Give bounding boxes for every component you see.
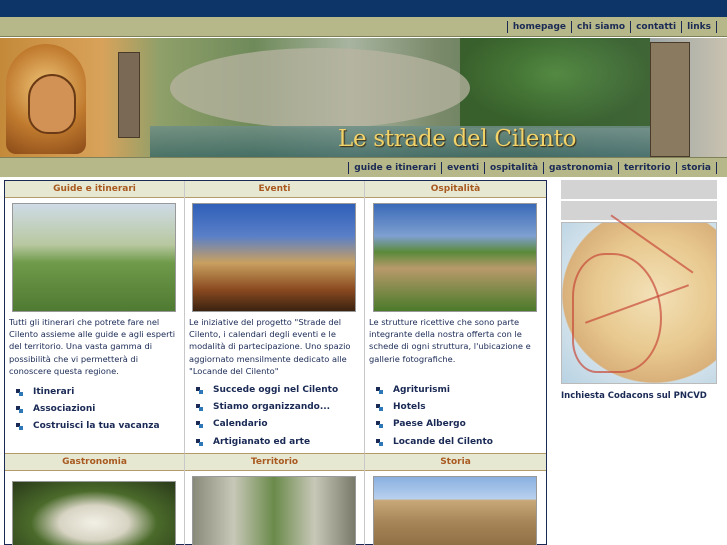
nav-contatti[interactable]: contatti — [630, 21, 681, 33]
banner-bell-tower — [650, 42, 690, 157]
link-costruisci-vacanza[interactable]: Costruisci la tua vacanza — [14, 418, 160, 435]
section-guide-title[interactable]: Guide e itinerari — [5, 181, 184, 198]
banner-trees — [460, 38, 650, 128]
nav-chi-siamo[interactable]: chi siamo — [571, 21, 630, 33]
nav-ospitalita[interactable]: ospitalità — [484, 162, 543, 174]
link-stiamo-organizzando[interactable]: Stiamo organizzando... — [194, 399, 338, 416]
festival-photo[interactable] — [192, 203, 356, 312]
nav-homepage[interactable]: homepage — [506, 21, 571, 33]
link-associazioni[interactable]: Associazioni — [14, 401, 160, 418]
link-calendario[interactable]: Calendario — [194, 416, 338, 433]
banner-saint-icon — [6, 44, 86, 154]
section-ospitalita: Ospitalità Le strutture ricettive che so… — [365, 181, 546, 453]
bullet-icon — [196, 404, 203, 412]
header-banner: Le strade del Cilento — [0, 38, 727, 157]
link-artigianato[interactable]: Artigianato ed arte — [194, 434, 338, 451]
section-gastronomia: Gastronomia — [5, 453, 185, 545]
link-paese-albergo[interactable]: Paese Albergo — [374, 416, 493, 433]
link-locande[interactable]: Locande del Cilento — [374, 434, 493, 451]
section-eventi: Eventi Le iniziative del progetto "Strad… — [185, 181, 365, 453]
bullet-icon — [376, 438, 383, 446]
hikers-photo[interactable] — [12, 203, 176, 312]
bullet-icon — [16, 406, 23, 414]
banner-tower-left — [118, 52, 140, 138]
section-storia: Storia — [365, 453, 546, 545]
nav-storia[interactable]: storia — [675, 162, 717, 174]
bullet-icon — [196, 438, 203, 446]
banner-rocks — [170, 48, 470, 128]
food-photo[interactable] — [12, 481, 176, 545]
nav-territorio[interactable]: territorio — [617, 162, 676, 174]
section-guide: Guide e itinerari Tutti gli itinerari ch… — [5, 181, 185, 453]
bullet-icon — [16, 389, 23, 396]
farmhouse-photo[interactable] — [373, 203, 537, 312]
bullet-icon — [376, 387, 383, 394]
section-territorio-title[interactable]: Territorio — [185, 454, 364, 471]
nav-guide-e-itinerari[interactable]: guide e itinerari — [348, 162, 441, 174]
top-navigation: homepage chi siamo contatti links — [0, 17, 727, 37]
section-eventi-links: Succede oggi nel Cilento Stiamo organizz… — [194, 382, 338, 451]
temple-photo[interactable] — [373, 476, 537, 545]
section-gastronomia-title[interactable]: Gastronomia — [5, 454, 184, 471]
right-sidebar: Inchiesta Codacons sul PNCVD — [561, 180, 717, 401]
section-ospitalita-title[interactable]: Ospitalità — [365, 181, 546, 198]
section-navigation: guide e itinerari eventi ospitalità gast… — [0, 157, 727, 177]
section-ospitalita-links: Agriturismi Hotels Paese Albergo Locande… — [374, 382, 493, 451]
site-title: Le strade del Cilento — [338, 126, 577, 152]
link-itinerari[interactable]: Itinerari — [14, 384, 160, 401]
bullet-icon — [196, 421, 203, 429]
link-succede-oggi[interactable]: Succede oggi nel Cilento — [194, 382, 338, 399]
cilento-map-image[interactable] — [561, 214, 717, 384]
bullet-icon — [196, 387, 203, 394]
nav-eventi[interactable]: eventi — [441, 162, 484, 174]
map-coastline — [572, 253, 662, 373]
top-bar — [0, 0, 727, 17]
gorge-photo[interactable] — [192, 476, 356, 545]
section-eventi-description: Le iniziative del progetto "Strade del C… — [189, 317, 351, 376]
link-agriturismi[interactable]: Agriturismi — [374, 382, 493, 399]
codacons-link[interactable]: Inchiesta Codacons sul PNCVD — [561, 391, 707, 401]
section-guide-description: Tutti gli itinerari che potrete fare nel… — [9, 317, 176, 376]
sidebar-bar-2 — [561, 201, 717, 220]
section-eventi-title[interactable]: Eventi — [185, 181, 364, 198]
bullet-icon — [376, 404, 383, 412]
section-territorio: Territorio — [185, 453, 365, 545]
section-guide-links: Itinerari Associazioni Costruisci la tua… — [14, 384, 160, 436]
bullet-icon — [16, 423, 23, 431]
section-ospitalita-description: Le strutture ricettive che sono parte in… — [369, 317, 531, 364]
bullet-icon — [376, 421, 383, 429]
link-hotels[interactable]: Hotels — [374, 399, 493, 416]
sections-grid: Guide e itinerari Tutti gli itinerari ch… — [4, 180, 547, 545]
sidebar-bar-1 — [561, 180, 717, 199]
section-storia-title[interactable]: Storia — [365, 454, 546, 471]
nav-gastronomia[interactable]: gastronomia — [543, 162, 618, 174]
nav-links[interactable]: links — [681, 21, 717, 33]
